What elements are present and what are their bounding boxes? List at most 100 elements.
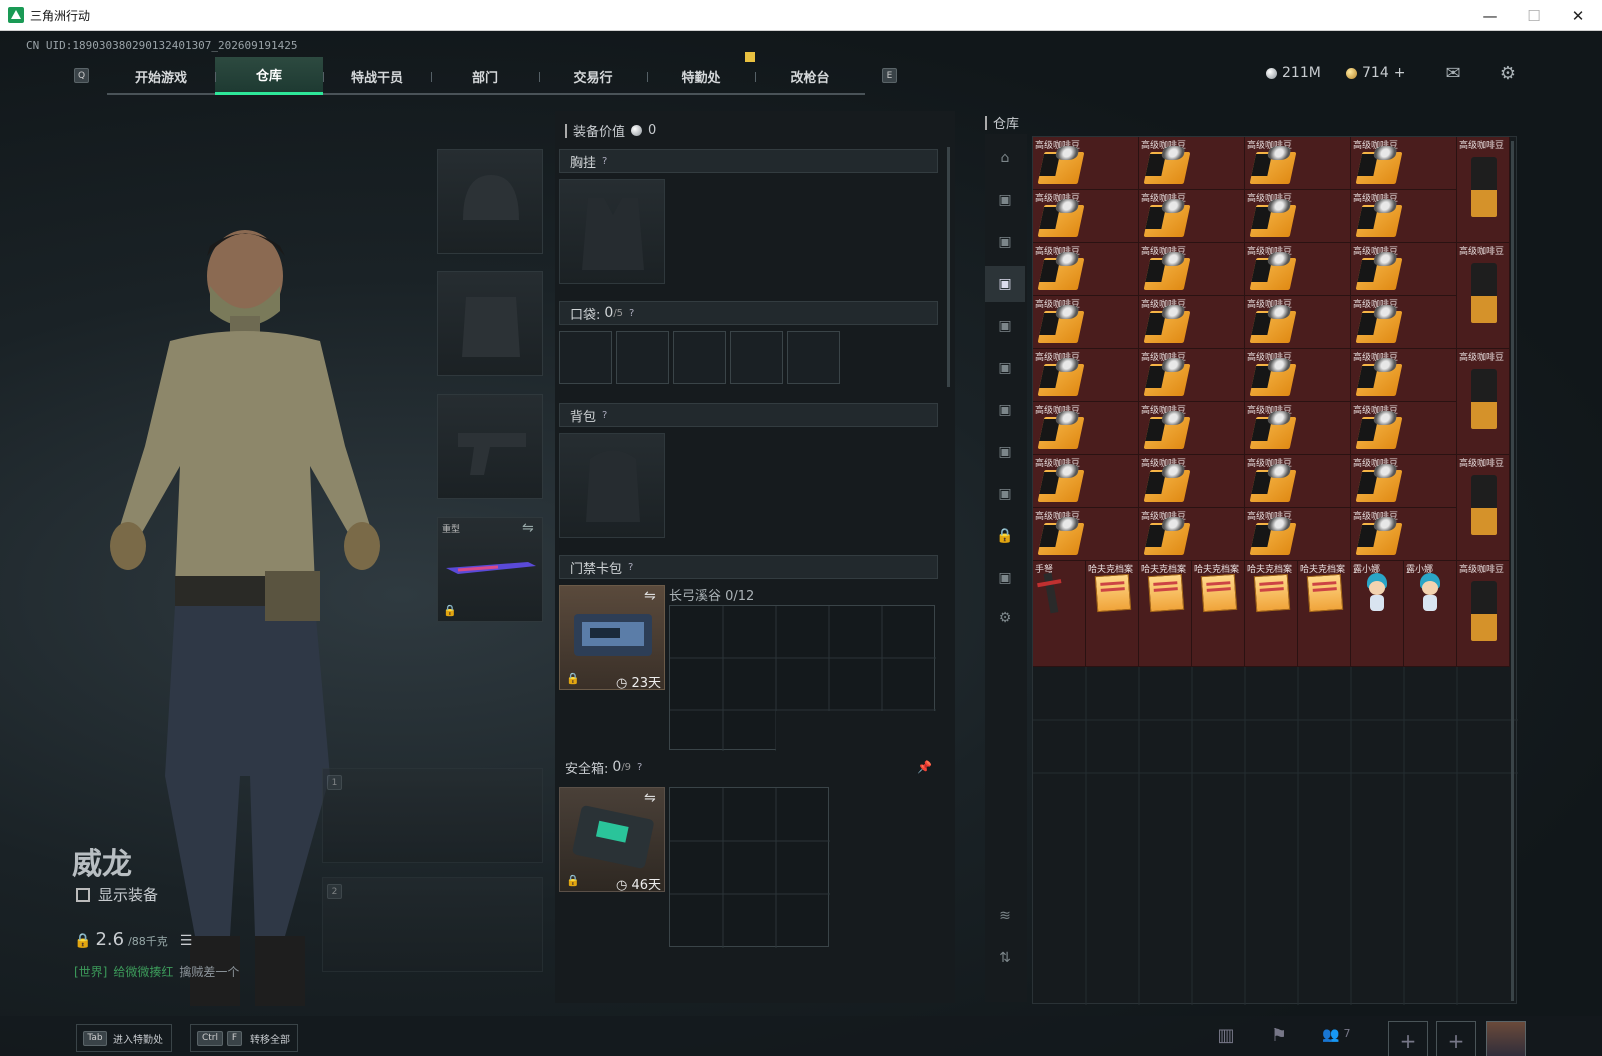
warehouse-item[interactable]: 哈夫克档案 [1245, 561, 1298, 667]
warehouse-item[interactable]: 高级咖啡豆 [1139, 455, 1245, 508]
pocket-slot[interactable] [730, 331, 783, 384]
add-currency-button[interactable]: + [1394, 65, 1406, 81]
invite-slot-2[interactable]: + [1436, 1021, 1476, 1056]
tab-department[interactable]: 部门 [431, 57, 539, 95]
pocket-slot[interactable] [673, 331, 726, 384]
category-keys-icon[interactable]: ▣ [985, 392, 1025, 428]
pocket-slot[interactable] [787, 331, 840, 384]
warehouse-item[interactable]: 高级咖啡豆 [1139, 190, 1245, 243]
equipment-scrollbar[interactable] [947, 147, 950, 387]
warehouse-item[interactable]: 高级咖啡豆 [1033, 508, 1139, 561]
category-weapons-icon[interactable]: ▣ [985, 182, 1025, 218]
warehouse-item[interactable]: 高级咖啡豆 [1245, 508, 1351, 561]
warehouse-item[interactable]: 高级咖啡豆 [1245, 296, 1351, 349]
warehouse-item[interactable]: 露小娜 [1404, 561, 1457, 667]
warehouse-item[interactable]: 高级咖啡豆 [1351, 296, 1457, 349]
stack-icon[interactable]: ≋ [985, 898, 1025, 934]
category-misc-icon[interactable]: ▣ [985, 476, 1025, 512]
warehouse-item[interactable]: 高级咖啡豆 [1139, 137, 1245, 190]
transfer-all-button[interactable]: Ctrl F 转移全部 [190, 1024, 298, 1052]
pin-icon[interactable]: 📌 [917, 760, 932, 774]
nav-left-key[interactable]: Q [74, 68, 89, 83]
friends-button[interactable]: 👥 7 [1322, 1027, 1350, 1043]
help-icon[interactable]: ? [602, 410, 607, 421]
safebox-grid[interactable] [669, 787, 830, 948]
tab-trading[interactable]: 交易行 [539, 57, 647, 95]
close-button[interactable]: ✕ [1556, 0, 1600, 31]
safebox-slot[interactable]: ⇋ 🔒 ◷ 46天 [559, 787, 665, 893]
warehouse-item[interactable]: 高级咖啡豆 [1245, 190, 1351, 243]
warehouse-item[interactable]: 高级咖啡豆 [1245, 349, 1351, 402]
swap-icon[interactable]: ⇋ [644, 588, 656, 604]
warehouse-item[interactable]: 哈夫克档案 [1139, 561, 1192, 667]
warehouse-item[interactable]: 高级咖啡豆 [1033, 243, 1139, 296]
tab-warehouse[interactable]: 仓库 [215, 57, 323, 95]
help-icon[interactable]: ? [637, 762, 642, 773]
player-avatar[interactable] [1486, 1021, 1526, 1056]
tab-special-ops[interactable]: 特勤处 [647, 57, 755, 95]
warehouse-item[interactable]: 高级咖啡豆 [1351, 455, 1457, 508]
mail-icon[interactable]: ✉ [1442, 65, 1464, 83]
warehouse-item[interactable]: 高级咖啡豆 [1139, 296, 1245, 349]
category-parts-icon[interactable]: ▣ [985, 434, 1025, 470]
warehouse-grid[interactable]: 高级咖啡豆 高级咖啡豆 高级咖啡豆 高级咖啡豆 高级咖啡豆 高级咖啡豆 高级咖啡豆 高级咖啡豆… [1032, 136, 1518, 1005]
tab-operators[interactable]: 特战干员 [323, 57, 431, 95]
list-icon[interactable]: ☰ [180, 933, 193, 949]
helmet-slot[interactable] [437, 149, 543, 254]
keycard-grid[interactable] [669, 605, 936, 751]
warehouse-item[interactable]: 露小娜 [1351, 561, 1404, 667]
category-armor-icon[interactable]: ▣ [985, 224, 1025, 260]
pocket-slot[interactable] [616, 331, 669, 384]
warehouse-item[interactable]: 高级咖啡豆 [1457, 561, 1510, 667]
minimize-button[interactable]: — [1468, 0, 1512, 31]
warehouse-item[interactable]: 哈夫克档案 [1086, 561, 1139, 667]
warehouse-item[interactable]: 高级咖啡豆 [1351, 508, 1457, 561]
armor-slot[interactable] [437, 271, 543, 376]
keycard-case-slot[interactable]: ⇋ 🔒 ◷ 23天 [559, 585, 665, 691]
chest-rig-slot[interactable] [559, 179, 665, 284]
warehouse-settings-icon[interactable]: ⚙ [985, 600, 1025, 636]
nav-right-key[interactable]: E [882, 68, 897, 83]
warehouse-item[interactable]: 高级咖啡豆 [1351, 190, 1457, 243]
warehouse-item[interactable]: 哈夫克档案 [1192, 561, 1245, 667]
warehouse-item[interactable]: 高级咖啡豆 [1351, 243, 1457, 296]
show-gear-checkbox[interactable] [76, 887, 90, 902]
warehouse-item[interactable]: 高级咖啡豆 [1139, 243, 1245, 296]
category-locked-icon[interactable]: 🔒 [985, 518, 1025, 554]
help-icon[interactable]: ? [628, 562, 633, 573]
enter-special-ops-button[interactable]: Tab 进入特勤处 [76, 1024, 172, 1052]
warehouse-item[interactable]: 手弩 [1033, 561, 1086, 667]
warehouse-item[interactable]: 高级咖啡豆 [1351, 137, 1457, 190]
swap-icon[interactable]: ⇋ [644, 790, 656, 806]
melee-slot[interactable]: 重型 ⇋ 🔒 [437, 517, 543, 622]
tab-gunsmith[interactable]: 改枪台 [755, 57, 865, 95]
category-extra-icon[interactable]: ▣ [985, 560, 1025, 596]
stats-icon[interactable]: ▥ [1215, 1027, 1237, 1045]
warehouse-item[interactable]: 高级咖啡豆 [1351, 349, 1457, 402]
warehouse-item[interactable]: 高级咖啡豆 [1245, 137, 1351, 190]
gear-icon[interactable]: ⚙ [1497, 65, 1519, 83]
warehouse-item[interactable]: 高级咖啡豆 [1033, 190, 1139, 243]
sort-icon[interactable]: ⇅ [985, 940, 1025, 976]
warehouse-item[interactable]: 高级咖啡豆 [1033, 455, 1139, 508]
warehouse-item[interactable]: 高级咖啡豆 [1245, 243, 1351, 296]
warehouse-item[interactable]: 高级咖啡豆 [1457, 137, 1510, 243]
warehouse-item[interactable]: 高级咖啡豆 [1033, 296, 1139, 349]
flag-icon[interactable]: ⚑ [1268, 1027, 1290, 1045]
warehouse-item[interactable]: 高级咖啡豆 [1457, 349, 1510, 455]
warehouse-all-icon[interactable]: ⌂ [985, 140, 1025, 176]
show-gear-toggle[interactable]: 显示装备 [76, 884, 158, 905]
help-icon[interactable]: ? [629, 308, 634, 319]
backpack-slot[interactable] [559, 433, 665, 538]
secondary-weapon-slot[interactable]: 2 [322, 877, 543, 972]
warehouse-item[interactable]: 高级咖啡豆 [1457, 455, 1510, 561]
category-consumables-icon[interactable]: ▣ [985, 350, 1025, 386]
world-chat[interactable]: [世界] 给微微揍红 擒贼差一个 [74, 963, 239, 980]
warehouse-item[interactable]: 高级咖啡豆 [1139, 349, 1245, 402]
help-icon[interactable]: ? [602, 156, 607, 167]
tab-start-game[interactable]: 开始游戏 [107, 57, 215, 95]
warehouse-item[interactable]: 高级咖啡豆 [1245, 455, 1351, 508]
warehouse-item[interactable]: 高级咖啡豆 [1139, 402, 1245, 455]
maximize-button[interactable]: ☐ [1512, 0, 1556, 31]
warehouse-item[interactable]: 高级咖啡豆 [1351, 402, 1457, 455]
